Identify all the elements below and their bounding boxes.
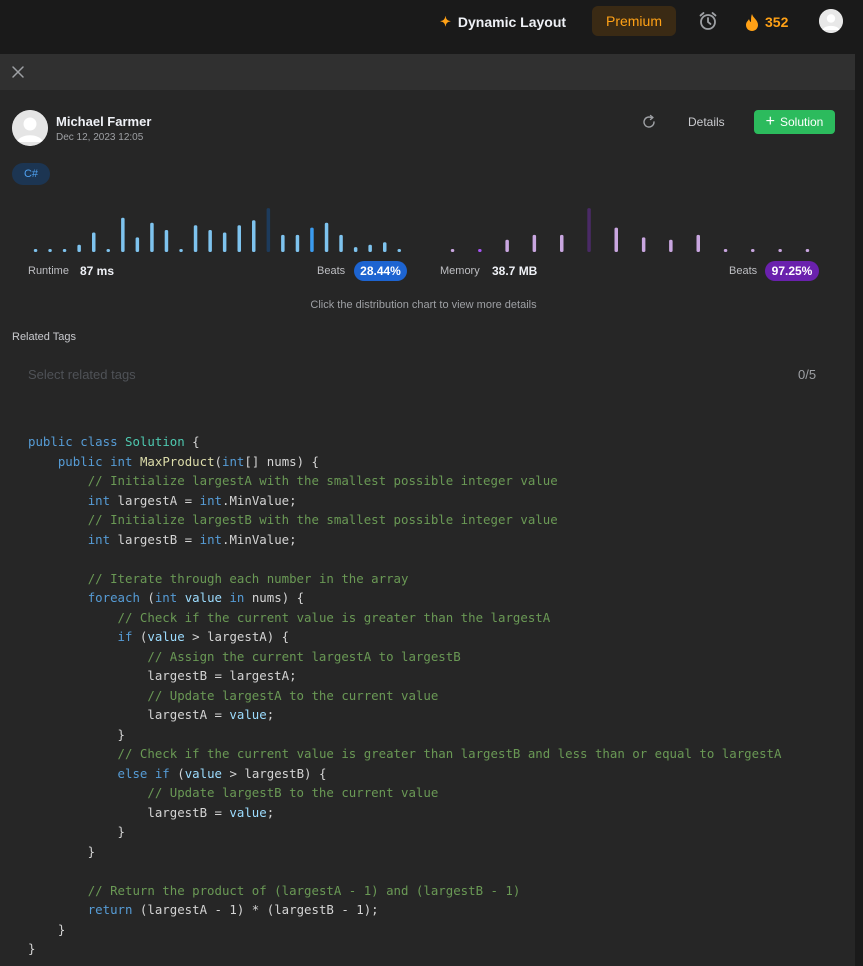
streak-counter[interactable]: 352	[745, 12, 788, 32]
user-icon	[819, 9, 843, 33]
runtime-bar[interactable]	[150, 222, 154, 252]
runtime-bar[interactable]	[353, 247, 358, 252]
sparkle-icon: ✦	[440, 14, 451, 29]
author-name[interactable]: Michael Farmer	[56, 114, 151, 129]
runtime-bar[interactable]	[368, 244, 372, 252]
runtime-bar[interactable]	[193, 225, 198, 252]
details-button[interactable]: Details	[688, 115, 725, 129]
distribution-charts[interactable]	[0, 199, 847, 254]
top-navbar: ✦ Dynamic Layout Premium 352	[0, 0, 863, 44]
premium-label: Premium	[605, 13, 662, 29]
related-tags-input[interactable]: Select related tags	[28, 367, 136, 382]
runtime-bar[interactable]	[295, 234, 300, 252]
runtime-distribution-chart[interactable]	[33, 208, 402, 253]
profile-avatar[interactable]	[819, 9, 843, 33]
memory-bar[interactable]	[805, 249, 810, 252]
alarm-clock-icon[interactable]	[697, 10, 719, 32]
runtime-bar[interactable]	[397, 249, 402, 252]
runtime-bar[interactable]	[266, 208, 271, 252]
panel-header	[0, 54, 855, 90]
related-tags-title: Related Tags	[12, 331, 77, 343]
memory-bar[interactable]	[669, 239, 673, 252]
submission-date: Dec 12, 2023 12:05	[56, 132, 144, 143]
runtime-bar[interactable]	[208, 230, 212, 252]
memory-bar[interactable]	[478, 249, 482, 252]
close-icon[interactable]	[10, 64, 26, 80]
memory-bar[interactable]	[532, 234, 537, 252]
memory-beats-badge: 97.25%	[765, 261, 819, 281]
runtime-value: 87 ms	[80, 264, 115, 278]
memory-distribution-chart[interactable]	[450, 208, 810, 252]
runtime-bar[interactable]	[121, 217, 125, 252]
related-tags-count: 0/5	[798, 367, 817, 382]
distribution-hint: Click the distribution chart to view mor…	[310, 299, 537, 311]
memory-bar[interactable]	[505, 239, 509, 252]
memory-bar[interactable]	[450, 249, 455, 252]
memory-bar[interactable]	[751, 249, 755, 252]
dynamic-layout-button[interactable]: ✦ Dynamic Layout	[440, 12, 566, 32]
runtime-bar[interactable]	[106, 249, 111, 252]
runtime-bar[interactable]	[310, 227, 314, 252]
submission-panel: Michael Farmer Dec 12, 2023 12:05 Detail…	[0, 54, 855, 966]
runtime-bar[interactable]	[135, 237, 140, 252]
memory-bar[interactable]	[778, 249, 782, 252]
streak-count: 352	[765, 14, 789, 30]
runtime-bar[interactable]	[48, 249, 52, 252]
language-badge: C#	[12, 163, 50, 185]
dynamic-layout-label: Dynamic Layout	[457, 14, 567, 30]
memory-bar[interactable]	[614, 227, 619, 252]
runtime-label: Runtime	[28, 265, 69, 277]
runtime-bar[interactable]	[324, 222, 329, 252]
premium-button[interactable]: Premium	[592, 6, 676, 36]
memory-label: Memory	[440, 265, 480, 277]
memory-bar[interactable]	[696, 234, 701, 252]
runtime-bar[interactable]	[339, 234, 343, 252]
user-icon	[12, 110, 48, 146]
runtime-beats-label: Beats	[317, 265, 346, 277]
runtime-bar[interactable]	[33, 249, 38, 252]
memory-bar[interactable]	[587, 208, 591, 252]
runtime-beats-badge: 28.44%	[354, 261, 407, 281]
memory-value: 38.7 MB	[492, 264, 538, 278]
runtime-bar[interactable]	[222, 232, 227, 253]
memory-bar[interactable]	[723, 249, 728, 252]
scrollbar[interactable]	[855, 54, 863, 966]
runtime-bar[interactable]	[77, 244, 81, 252]
runtime-bar[interactable]	[281, 234, 285, 252]
runtime-bar[interactable]	[92, 232, 96, 253]
runtime-bar[interactable]	[237, 225, 242, 252]
code-block: public class Solution { public int MaxPr…	[28, 434, 782, 956]
flame-icon	[746, 13, 758, 31]
memory-bar[interactable]	[641, 237, 646, 252]
runtime-bar[interactable]	[62, 249, 67, 252]
solution-button[interactable]: + Solution	[754, 110, 835, 134]
solution-label: Solution	[779, 115, 824, 129]
memory-bar[interactable]	[560, 234, 564, 252]
runtime-bar[interactable]	[179, 249, 183, 252]
author-avatar[interactable]	[12, 110, 48, 146]
refresh-icon[interactable]	[641, 114, 657, 130]
runtime-bar[interactable]	[164, 230, 169, 252]
memory-beats-label: Beats	[729, 265, 758, 277]
runtime-bar[interactable]	[383, 242, 387, 252]
plus-icon: +	[765, 113, 775, 130]
runtime-bar[interactable]	[252, 220, 256, 252]
